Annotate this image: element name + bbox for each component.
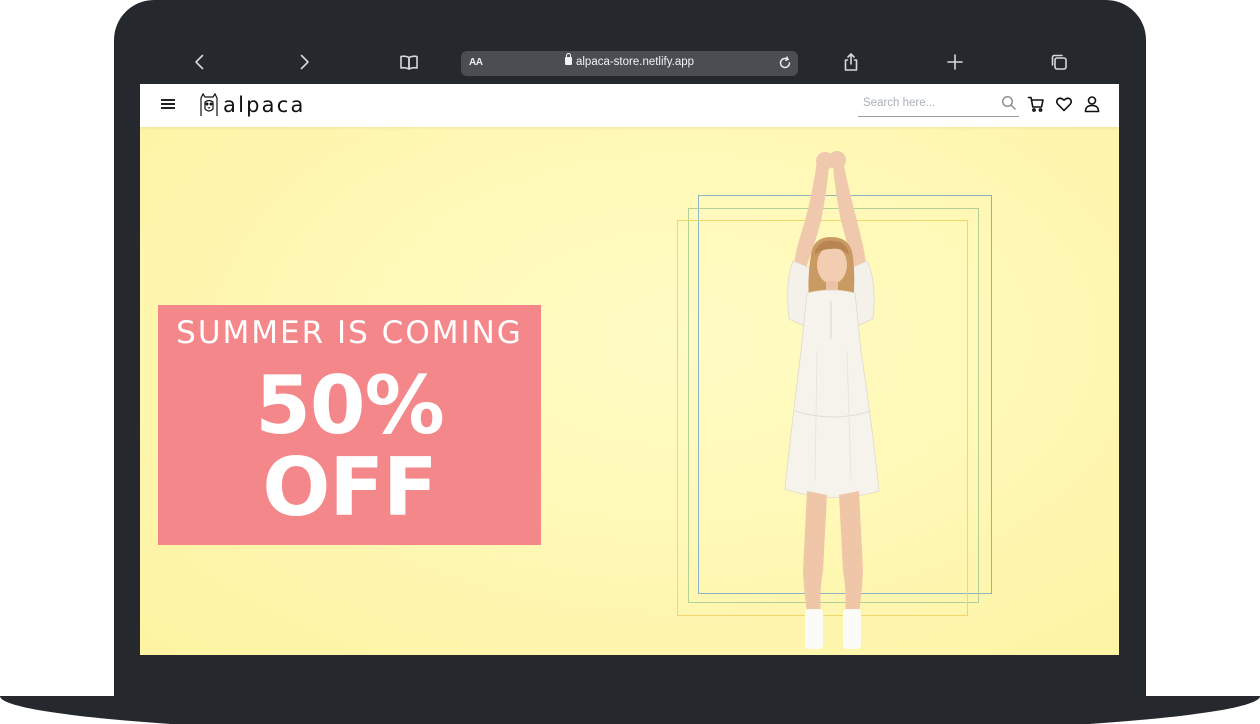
promo-off: OFF [262,441,437,534]
promo-discount: 50% [255,359,444,452]
back-arrow-icon[interactable] [188,50,212,74]
url-display[interactable]: alpaca-store.netlify.app [461,53,798,68]
cart-icon[interactable] [1027,95,1045,113]
heart-icon[interactable] [1055,95,1073,113]
search-icon[interactable] [1001,95,1017,111]
laptop-base [0,696,1260,724]
promo-subtitle: SUMMER IS COMING [176,315,523,351]
tabs-icon[interactable] [1047,50,1071,74]
plus-icon[interactable] [943,50,967,74]
user-icon[interactable] [1083,95,1101,113]
reload-icon[interactable] [778,56,792,70]
site-header: alpaca [140,84,1119,127]
device-mockup: AA alpaca-store.netlify.app alpaca Searc… [0,0,1260,724]
book-icon[interactable] [397,50,421,74]
logo-text: alpaca [223,93,306,117]
url-text: alpaca-store.netlify.app [575,56,695,68]
model-photo [784,151,880,649]
alpaca-logo-icon [200,92,218,116]
browser-toolbar: AA alpaca-store.netlify.app [140,40,1120,84]
lock-icon [564,53,572,65]
hamburger-menu-icon[interactable] [161,99,175,110]
search-input[interactable] [863,97,995,109]
promo-headline: 50% OFF [158,365,541,529]
browser-viewport: alpaca Search here... SUMMER IS COMING 5… [140,84,1119,655]
forward-arrow-icon[interactable] [292,50,316,74]
promo-box[interactable]: SUMMER IS COMING 50% OFF [158,305,541,545]
address-bar[interactable]: AA alpaca-store.netlify.app [461,51,798,76]
site-logo[interactable]: alpaca [198,91,306,119]
search-box [858,93,1019,117]
share-icon[interactable] [839,50,863,74]
hero-banner[interactable]: SUMMER IS COMING 50% OFF [140,127,1119,655]
